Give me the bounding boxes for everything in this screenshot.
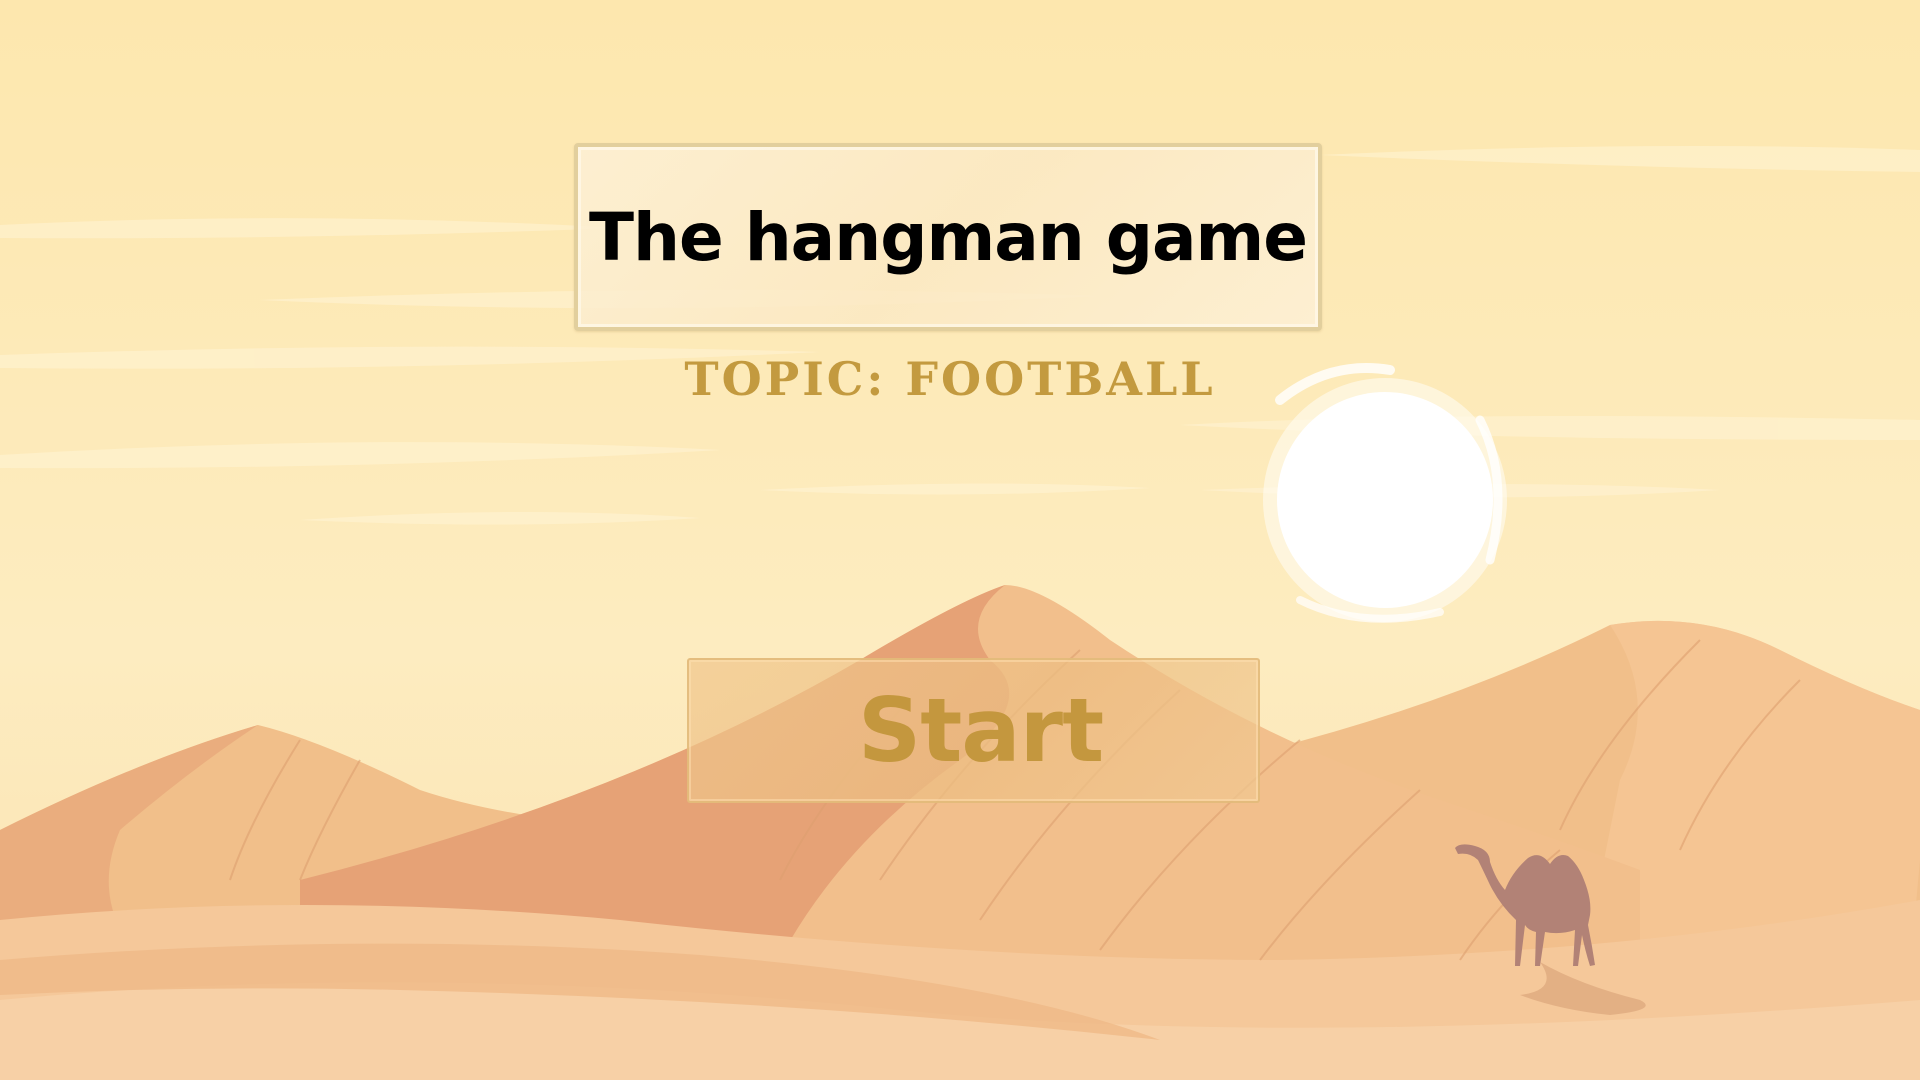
- start-button[interactable]: Start: [687, 658, 1260, 803]
- game-title: The hangman game: [588, 198, 1308, 276]
- start-button-label: Start: [857, 679, 1104, 782]
- topic-label: TOPIC: FOOTBALL: [684, 352, 1216, 406]
- game-start-screen: The hangman game TOPIC: FOOTBALL Start: [0, 0, 1920, 1080]
- title-panel: The hangman game: [574, 143, 1322, 331]
